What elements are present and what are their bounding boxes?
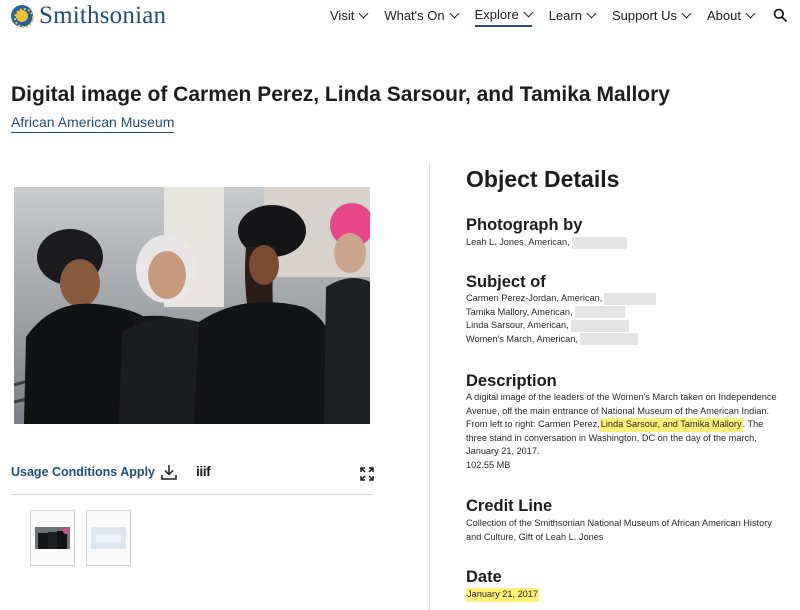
subject-link[interactable]: Women's March, American, — [466, 333, 578, 347]
list-item: Linda Sarsour, American, — [466, 319, 656, 333]
list-item: Tamika Mallory, American, — [466, 306, 656, 320]
museum-link[interactable]: African American Museum — [11, 114, 175, 133]
divider — [11, 494, 373, 495]
description-text: A digital image of the leaders of the Wo… — [466, 391, 792, 472]
description-line: January 21, 2017. — [466, 446, 540, 456]
usage-conditions-link[interactable]: Usage Conditions Apply — [11, 465, 155, 479]
thumbnail-image — [35, 527, 70, 549]
list-item: Leah L. Jones, American, — [466, 236, 627, 250]
description-heading: Description — [466, 372, 557, 390]
main-nav: Visit What's On Explore Learn Support Us… — [330, 7, 771, 27]
description-line: Avenue, off the main entrance of Nationa… — [466, 405, 770, 416]
thumbnail-document[interactable] — [86, 510, 131, 566]
redacted-text — [574, 306, 625, 319]
redacted-text — [570, 319, 629, 332]
page-title: Digital image of Carmen Perez, Linda Sar… — [11, 83, 670, 106]
subject-link[interactable]: Linda Sarsour, American, — [466, 319, 569, 333]
nav-item-learn[interactable]: Learn — [548, 7, 597, 27]
description-line: three stand in conversation in Washingto… — [466, 432, 757, 443]
photograph-by-list: Leah L. Jones, American, — [466, 236, 627, 250]
subject-link[interactable]: Tamika Mallory, American, — [466, 306, 573, 320]
nav-item-support-us[interactable]: Support Us — [611, 7, 692, 27]
date-value: January 21, 2017 — [466, 588, 540, 602]
subject-of-heading: Subject of — [466, 273, 546, 291]
redacted-text — [604, 292, 657, 305]
chevron-down-icon — [586, 8, 597, 19]
chevron-down-icon — [681, 8, 692, 19]
credit-line-text: Collection of the Smithsonian National M… — [466, 517, 792, 544]
description-segment: From left to right: Carmen Perez, — [466, 419, 600, 429]
redacted-text — [571, 236, 627, 249]
search-icon[interactable] — [773, 8, 787, 22]
date-value-wrap: January 21, 2017 — [466, 588, 540, 602]
download-icon[interactable] — [160, 463, 178, 481]
chevron-down-icon — [449, 8, 460, 19]
nav-item-whats-on[interactable]: What's On — [384, 7, 460, 27]
chevron-down-icon — [358, 8, 369, 19]
list-item: Women's March, American, — [466, 333, 656, 347]
column-divider — [429, 162, 430, 610]
redacted-text — [579, 333, 638, 346]
thumbnail-photo[interactable] — [30, 510, 75, 566]
iiif-icon[interactable]: iiif — [196, 463, 211, 479]
subject-link[interactable]: Carmen Perez-Jordan, American, — [466, 292, 602, 306]
description-line: A digital image of the leaders of the Wo… — [466, 392, 777, 402]
highlighted-names: Linda Sarsour, and Tamika Mallory — [599, 418, 743, 432]
nav-label: Visit — [330, 8, 355, 23]
credit-line: Collection of the Smithsonian National M… — [466, 518, 772, 528]
site-header: Smithsonian Visit What's On Explore Lear… — [0, 0, 800, 33]
subject-of-list: Carmen Perez-Jordan, American, Tamika Ma… — [466, 292, 657, 347]
object-photo[interactable] — [14, 187, 370, 424]
credit-line: and Culture, Gift of Leah L. Jones — [466, 531, 604, 542]
nav-label: What's On — [384, 8, 445, 23]
photo-illustration — [14, 187, 370, 424]
photographer-link[interactable]: Leah L. Jones, American, — [466, 236, 570, 250]
nav-label: Learn — [548, 8, 582, 23]
chevron-down-icon — [745, 8, 756, 19]
nav-label: Support Us — [611, 8, 677, 23]
nav-item-explore[interactable]: Explore — [474, 7, 534, 27]
nav-label: About — [706, 8, 741, 23]
chevron-down-icon — [523, 7, 534, 18]
description-line: From left to right: Carmen Perez, Linda … — [466, 418, 792, 432]
photograph-by-heading: Photograph by — [466, 216, 583, 234]
file-size: 102.55 MB — [466, 459, 511, 470]
object-details-heading: Object Details — [466, 166, 620, 192]
nav-label: Explore — [474, 7, 519, 22]
date-heading: Date — [466, 568, 502, 586]
expand-icon[interactable] — [360, 467, 374, 481]
date-row: January 21, 2017 — [466, 588, 540, 602]
description-segment: . The — [742, 419, 764, 429]
nav-item-about[interactable]: About — [706, 7, 756, 27]
thumbnail-image — [91, 527, 126, 549]
smithsonian-logo[interactable]: Smithsonian — [11, 3, 166, 29]
logo-text: Smithsonian — [39, 2, 167, 29]
nav-item-visit[interactable]: Visit — [330, 7, 369, 27]
sun-logo-icon — [11, 5, 34, 28]
list-item: Carmen Perez-Jordan, American, — [466, 292, 657, 306]
credit-line-heading: Credit Line — [466, 497, 553, 515]
